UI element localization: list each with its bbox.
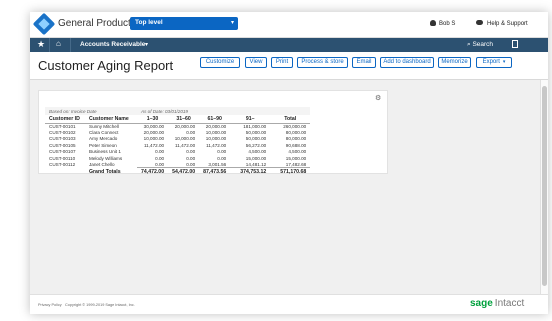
total-cell: 87,473.56 (199, 167, 231, 176)
company-name: General Product (58, 18, 131, 29)
total-cell: 74,472.00 (137, 167, 169, 176)
app-window: General Product Top level ▾ Bob S Help &… (30, 12, 548, 314)
column-header[interactable]: Total (270, 115, 311, 124)
star-icon[interactable]: ★ (37, 39, 45, 50)
vertical-scrollbar[interactable] (540, 80, 548, 294)
export-button[interactable]: Export ▾ (476, 57, 512, 68)
as-of-date-label: As of Date: 03/01/2019 (137, 107, 311, 115)
based-on-label: Based on: Invoice Date (45, 107, 137, 115)
company-logo-icon[interactable] (32, 12, 56, 36)
column-header[interactable]: 91– (230, 115, 271, 124)
nav-module-accounts-receivable[interactable]: Accounts Receivable (80, 41, 145, 48)
email-button[interactable]: Email (352, 57, 376, 68)
user-name: Bob S (439, 21, 456, 27)
chevron-down-icon: ▾ (502, 59, 506, 65)
export-label: Export (482, 59, 500, 65)
user-icon (430, 20, 436, 26)
column-header[interactable]: Customer Name (85, 115, 137, 124)
top-header: General Product Top level ▾ Bob S Help &… (30, 12, 548, 38)
column-header[interactable]: 1–30 (137, 115, 169, 124)
sage-intacct-logo: sage Intacct (470, 298, 524, 309)
report-info-row: Based on: Invoice Date As of Date: 03/01… (45, 107, 311, 115)
report-area: ⚙ Based on: Invoice Date As of Date: 03/… (30, 80, 540, 294)
nav-divider (70, 38, 71, 52)
footer: Privacy Policy Copyright © 1999-2019 Sag… (30, 294, 548, 314)
help-menu[interactable]: Help & Support (476, 20, 528, 27)
view-button[interactable]: View (245, 57, 267, 68)
total-cell: 374,753.12 (230, 167, 271, 176)
help-label: Help & Support (487, 21, 528, 27)
copyright-text: Copyright © 1999-2019 Sage Intacct, Inc. (65, 303, 135, 307)
brand-sage: sage (470, 298, 493, 309)
privacy-policy-link[interactable]: Privacy Policy (38, 303, 62, 307)
totals-spacer (45, 168, 85, 176)
customize-button[interactable]: Customize (200, 57, 240, 68)
memorize-button[interactable]: Memorize (438, 57, 471, 68)
page-title: Customer Aging Report (38, 58, 174, 73)
total-cell: 571,170.68 (270, 167, 311, 176)
chevron-down-icon[interactable]: ▾ (145, 41, 148, 48)
column-header[interactable]: 61–90 (199, 115, 231, 124)
chevron-down-icon: ▾ (230, 20, 234, 26)
table-header-row: Customer ID Customer Name 1–30 31–60 61–… (45, 115, 311, 124)
column-header[interactable]: Customer ID (45, 115, 85, 124)
panel-toggle-icon[interactable] (512, 40, 518, 48)
brand-intacct: Intacct (494, 298, 525, 309)
user-menu[interactable]: Bob S (430, 20, 455, 27)
entity-selector-label: Top level (135, 19, 163, 26)
grand-totals-row: Grand Totals 74,472.00 54,472.00 87,473.… (45, 167, 311, 176)
nav-search[interactable]: ⌕ Search (467, 41, 493, 49)
nav-search-label: Search (472, 41, 494, 48)
gear-icon[interactable]: ⚙ (375, 94, 381, 102)
add-to-dashboard-button[interactable]: Add to dashboard (380, 57, 434, 68)
report-card: ⚙ Based on: Invoice Date As of Date: 03/… (38, 90, 388, 176)
total-cell: 54,472.00 (168, 167, 200, 176)
entity-selector[interactable]: Top level ▾ (130, 17, 238, 30)
nav-divider (49, 38, 50, 52)
print-button[interactable]: Print (271, 57, 293, 68)
home-icon[interactable]: ⌂ (56, 39, 61, 48)
totals-label: Grand Totals (89, 168, 121, 175)
chat-icon (476, 20, 483, 25)
aging-report-table: Based on: Invoice Date As of Date: 03/01… (45, 107, 311, 176)
column-header[interactable]: 31–60 (168, 115, 200, 124)
process-store-button[interactable]: Process & store (297, 57, 348, 68)
scrollbar-thumb[interactable] (542, 86, 547, 286)
nav-bar: ★ ⌂ Accounts Receivable ▾ ⌕ Search (30, 38, 548, 52)
